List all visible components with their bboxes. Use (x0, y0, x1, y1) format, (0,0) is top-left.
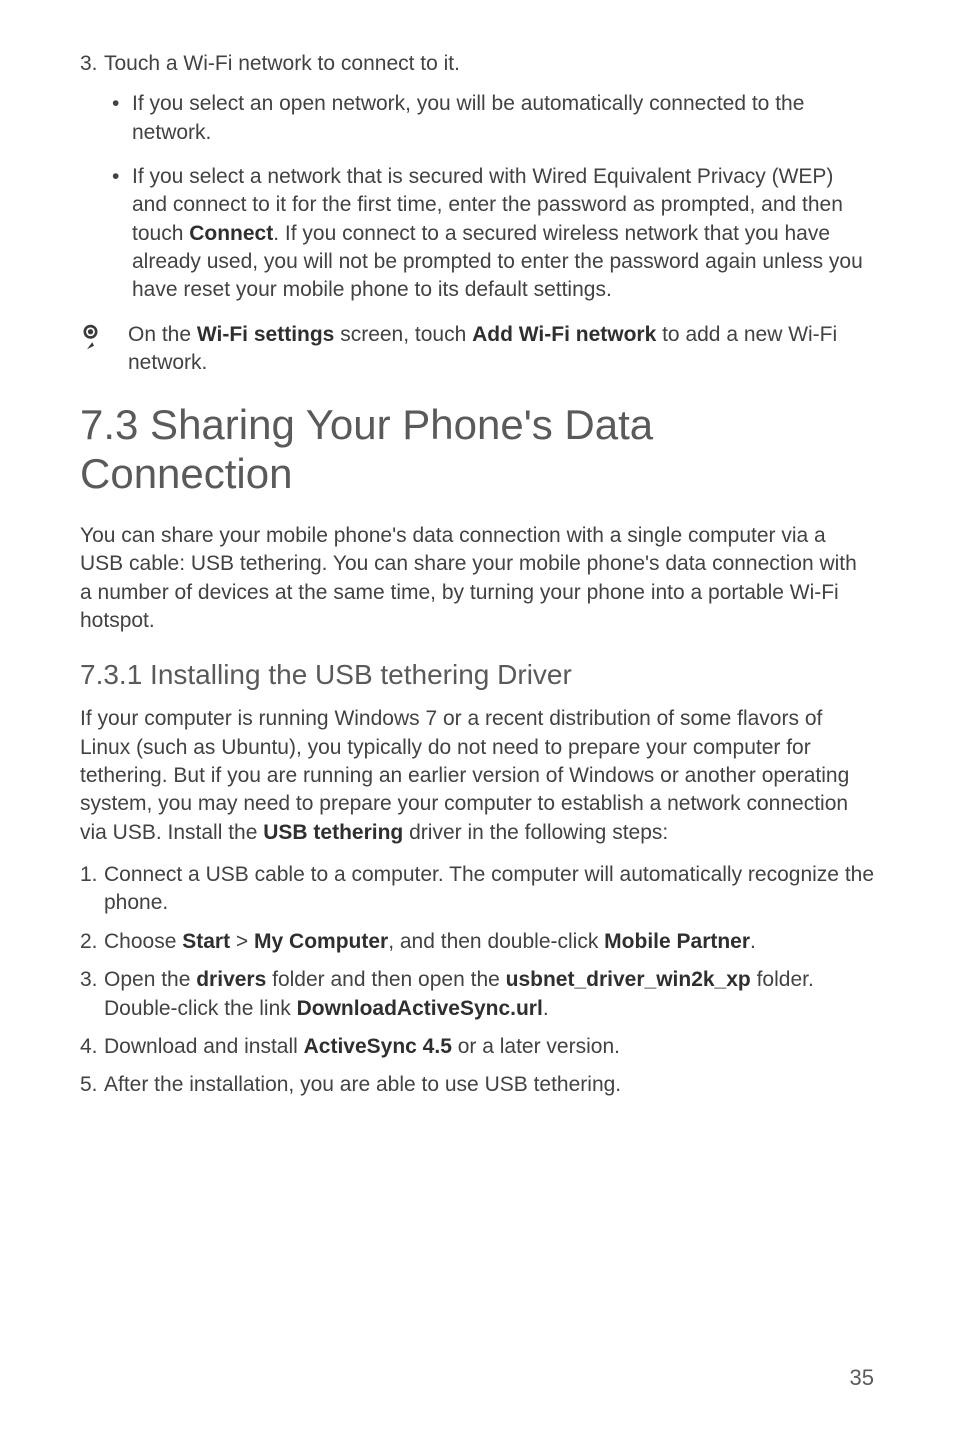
section-para: You can share your mobile phone's data c… (80, 522, 874, 635)
bullet-dot: • (112, 92, 132, 116)
step-item: 1. Connect a USB cable to a computer. Th… (80, 861, 874, 918)
bullet-item: • If you select an open network, you wil… (112, 90, 874, 147)
step-text: Open the drivers folder and then open th… (104, 966, 874, 1023)
step-num: 2. (80, 930, 104, 954)
tip-note: On the Wi-Fi settings screen, touch Add … (80, 321, 874, 378)
install-steps: 1. Connect a USB cable to a computer. Th… (80, 861, 874, 1099)
page-number: 35 (850, 1365, 874, 1391)
tip-text: On the Wi-Fi settings screen, touch Add … (128, 321, 874, 378)
step-item: 5. After the installation, you are able … (80, 1071, 874, 1099)
step-num: 1. (80, 863, 104, 887)
tip-icon (80, 321, 128, 378)
step-item: 3. Open the drivers folder and then open… (80, 966, 874, 1023)
step-text: Download and install ActiveSync 4.5 or a… (104, 1033, 874, 1061)
step-item: 2. Choose Start > My Computer, and then … (80, 928, 874, 956)
section-heading-7-3: 7.3 Sharing Your Phone's Data Connection (80, 401, 874, 498)
step-text: Connect a USB cable to a computer. The c… (104, 861, 874, 918)
subsection-heading-7-3-1: 7.3.1 Installing the USB tethering Drive… (80, 659, 874, 691)
step-text: After the installation, you are able to … (104, 1071, 874, 1099)
bullet-item: • If you select a network that is secure… (112, 163, 874, 305)
sub-bullet-list: • If you select an open network, you wil… (112, 90, 874, 304)
subsection-para: If your computer is running Windows 7 or… (80, 705, 874, 847)
step-item: 4. Download and install ActiveSync 4.5 o… (80, 1033, 874, 1061)
ordered-item-3: 3. Touch a Wi-Fi network to connect to i… (80, 50, 874, 78)
step-num: 5. (80, 1073, 104, 1097)
step-num: 4. (80, 1035, 104, 1059)
ordered-text: Touch a Wi-Fi network to connect to it. (104, 50, 874, 78)
step-text: Choose Start > My Computer, and then dou… (104, 928, 874, 956)
ordered-num: 3. (80, 52, 104, 76)
bullet-dot: • (112, 165, 132, 189)
bullet-text: If you select an open network, you will … (132, 90, 874, 147)
step-num: 3. (80, 968, 104, 992)
bullet-text: If you select a network that is secured … (132, 163, 874, 305)
